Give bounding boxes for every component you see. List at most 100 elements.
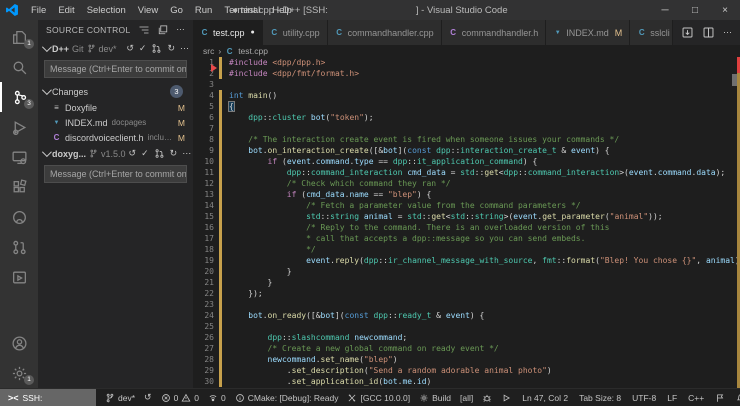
ports-status[interactable]: 0 — [208, 393, 226, 403]
open-changes-icon[interactable] — [681, 26, 694, 39]
notifications[interactable] — [736, 393, 740, 403]
github-pr-icon[interactable] — [0, 232, 38, 262]
code-line[interactable]: 25 — [193, 321, 740, 332]
menu-help[interactable]: Help — [266, 5, 298, 16]
collapse-all-icon[interactable] — [157, 24, 169, 36]
indentation-status[interactable]: Tab Size: 8 — [579, 393, 621, 403]
breadcrumb-folder[interactable]: src — [203, 46, 214, 56]
search-icon[interactable] — [0, 52, 38, 82]
tab-sslclient[interactable]: C sslcli — [630, 20, 673, 45]
settings-gear-icon[interactable]: 1 — [0, 358, 38, 388]
eol-status[interactable]: LF — [667, 393, 677, 403]
scrollbar[interactable] — [732, 57, 740, 388]
encoding-status[interactable]: UTF-8 — [632, 393, 656, 403]
menu-view[interactable]: View — [132, 5, 164, 16]
commit-message-input[interactable]: Message (Ctrl+Enter to commit on... — [44, 165, 187, 183]
cmake-kit[interactable]: [GCC 10.0.0] — [347, 393, 410, 403]
scrollbar-thumb[interactable] — [732, 74, 737, 86]
language-mode[interactable]: C++ — [688, 393, 704, 403]
remote-explorer-icon[interactable] — [0, 142, 38, 172]
more-actions-icon[interactable]: ⋯ — [723, 27, 732, 38]
live-preview-icon[interactable] — [0, 262, 38, 292]
commit-check-icon[interactable]: ✓ — [139, 43, 147, 54]
code-line[interactable]: 16 /* Reply to the command. There is an … — [193, 222, 740, 233]
create-pr-icon[interactable] — [151, 43, 162, 54]
code-line[interactable]: 29 .set_description("Send a random adora… — [193, 365, 740, 376]
breadcrumb-file[interactable]: test.cpp — [238, 46, 268, 56]
code-line[interactable]: 10 if (event.command.type == dpp::it_app… — [193, 156, 740, 167]
code-line[interactable]: 13 if (cmd_data.name == "blep") { — [193, 189, 740, 200]
tab-utilitycpp[interactable]: C utility.cpp — [263, 20, 328, 45]
repo-row-dpp[interactable]: D++ Git dev* ↺ ✓ ↻ ⋯ — [38, 40, 193, 57]
code-line[interactable]: 30 .set_application_id(bot.me.id) — [193, 376, 740, 387]
code-line[interactable]: 3 — [193, 79, 740, 90]
code-line[interactable]: 20 } — [193, 266, 740, 277]
menu-terminal[interactable]: Terminal — [218, 5, 266, 16]
code-line[interactable]: 22 }); — [193, 288, 740, 299]
menu-edit[interactable]: Edit — [52, 5, 80, 16]
code-line[interactable]: 26 dpp::slashcommand newcommand; — [193, 332, 740, 343]
branch-status[interactable]: dev* — [105, 393, 135, 403]
code-line[interactable]: 15 std::string animal = std::get<std::st… — [193, 211, 740, 222]
source-control-icon[interactable]: 3 — [0, 82, 38, 112]
remote-indicator[interactable]: >< SSH: — [0, 389, 96, 406]
code-line[interactable]: 24 bot.on_ready([&bot](const dpp::ready_… — [193, 310, 740, 321]
accounts-icon[interactable] — [0, 328, 38, 358]
extensions-icon[interactable] — [0, 172, 38, 202]
menu-file[interactable]: File — [25, 5, 52, 16]
menu-run[interactable]: Run — [189, 5, 218, 16]
code-line[interactable]: 28 newcommand.set_name("blep") — [193, 354, 740, 365]
sync-icon[interactable]: ↺ — [126, 43, 134, 54]
run-debug-icon[interactable] — [0, 112, 38, 142]
tab-commandhandlerh[interactable]: C commandhandler.h — [442, 20, 547, 45]
explorer-icon[interactable]: 1 — [0, 22, 38, 52]
more-actions-icon[interactable]: ⋯ — [180, 43, 189, 54]
code-line[interactable]: 8 /* The interaction create event is fir… — [193, 134, 740, 145]
close-button[interactable]: × — [710, 5, 740, 16]
github-icon[interactable] — [0, 202, 38, 232]
change-item-discordvoiceclient[interactable]: C discordvoiceclient.h include/d... M — [38, 130, 193, 145]
refresh-icon[interactable]: ↻ — [167, 43, 175, 54]
feedback-flag[interactable] — [715, 393, 725, 403]
debug-button[interactable] — [482, 393, 492, 403]
code-line[interactable]: 27 /* Create a new global command on rea… — [193, 343, 740, 354]
problems-status[interactable]: 0 0 — [161, 393, 199, 403]
code-line[interactable]: 14 /* Fetch a parameter value from the c… — [193, 200, 740, 211]
code-line[interactable]: 19 event.reply(dpp::ir_channel_message_w… — [193, 255, 740, 266]
tab-indexmd[interactable]: ▼ INDEX.md M — [546, 20, 630, 45]
code-line[interactable]: 5{ — [193, 101, 740, 112]
changes-section-header[interactable]: Changes 3 — [38, 83, 193, 100]
sync-icon[interactable]: ↺ — [129, 148, 137, 159]
minimize-button[interactable]: ─ — [650, 5, 680, 16]
menu-go[interactable]: Go — [164, 5, 189, 16]
cmake-target[interactable]: [all] — [460, 393, 473, 403]
code-line[interactable]: 17 * call that accepts a dpp::message so… — [193, 233, 740, 244]
code-line[interactable]: 11 dpp::command_interaction cmd_data = s… — [193, 167, 740, 178]
breadcrumb[interactable]: src › C test.cpp — [193, 45, 740, 57]
sync-status[interactable]: ↺ — [144, 392, 152, 403]
more-actions-icon[interactable]: ⋯ — [176, 24, 185, 36]
tab-testcpp[interactable]: C test.cpp ● — [193, 20, 263, 45]
code-line[interactable]: 2#include <dpp/fmt/format.h> — [193, 68, 740, 79]
launch-button[interactable] — [501, 393, 511, 403]
code-line[interactable]: 23 — [193, 299, 740, 310]
code-line[interactable]: 6 dpp::cluster bot("token"); — [193, 112, 740, 123]
refresh-icon[interactable]: ↻ — [170, 148, 178, 159]
cursor-position[interactable]: Ln 47, Col 2 — [522, 393, 568, 403]
cmake-build-button[interactable]: Build — [419, 393, 451, 403]
code-line[interactable]: 21 } — [193, 277, 740, 288]
code-line[interactable]: 18 */ — [193, 244, 740, 255]
change-item-doxyfile[interactable]: ≡ Doxyfile M — [38, 100, 193, 115]
menu-selection[interactable]: Selection — [81, 5, 132, 16]
split-editor-icon[interactable] — [702, 26, 715, 39]
code-line[interactable]: 1#include <dpp/dpp.h> — [193, 57, 740, 68]
cmake-status[interactable]: CMake: [Debug]: Ready — [235, 393, 339, 403]
repo-row-doxygen[interactable]: doxyg... v1.5.0 ↺ ✓ ↻ ⋯ — [38, 145, 193, 162]
code-line[interactable]: 7 — [193, 123, 740, 134]
view-as-tree-icon[interactable] — [138, 24, 150, 36]
dirty-dot-icon[interactable]: ● — [251, 29, 255, 36]
code-line[interactable]: 9 bot.on_interaction_create([&bot](const… — [193, 145, 740, 156]
create-pr-icon[interactable] — [154, 148, 165, 159]
more-actions-icon[interactable]: ⋯ — [182, 148, 191, 159]
code-line[interactable]: 4int main() — [193, 90, 740, 101]
